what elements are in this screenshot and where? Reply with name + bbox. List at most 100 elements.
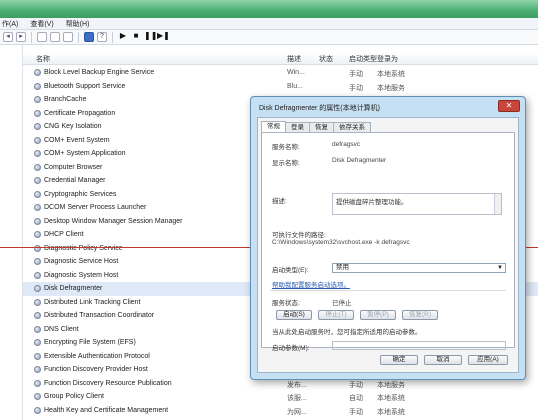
stop-service-icon[interactable]: ■	[131, 32, 141, 42]
toolbar-separator	[78, 31, 79, 43]
gear-icon	[34, 69, 41, 76]
gear-icon	[34, 96, 41, 103]
ok-button[interactable]: 确定	[380, 355, 418, 365]
gear-icon	[34, 109, 41, 117]
service-startup-type: 手动	[349, 71, 363, 78]
service-status-label: 服务状态:	[272, 300, 300, 307]
service-name: Distributed Transaction Coordinator	[44, 312, 155, 319]
start-service-icon[interactable]: ▶	[118, 32, 128, 42]
tab-page-general: 服务名称: defragsvc 显示名称: Disk Defragmenter …	[261, 132, 515, 352]
service-row[interactable]: Health Key and Certificate Management 为网.…	[23, 404, 538, 418]
window-titlebar	[0, 0, 538, 18]
service-name: DCOM Server Process Launcher	[44, 204, 147, 211]
gear-icon	[34, 325, 41, 333]
service-name: Diagnostic Service Host	[44, 258, 119, 265]
startup-type-value: 禁用	[336, 264, 349, 271]
column-logon-as[interactable]: 登录为	[377, 54, 398, 64]
service-name: Diagnostic System Host	[44, 271, 119, 279]
service-name-label: 服务名称:	[272, 144, 300, 151]
forward-icon[interactable]: ▸	[16, 32, 26, 42]
service-name: Encrypting File System (EFS)	[44, 339, 136, 346]
pause-service-icon[interactable]: ❚❚	[144, 32, 157, 42]
service-name: Computer Browser	[44, 163, 103, 171]
gear-icon	[34, 393, 41, 400]
service-name-value: defragsvc	[332, 141, 361, 148]
exe-path-value: C:\Windows\system32\svchost.exe -k defra…	[272, 239, 410, 246]
export-list-icon[interactable]	[63, 32, 73, 42]
startup-type-select[interactable]: 禁用 ▼	[332, 263, 506, 273]
display-name-value: Disk Defragmenter	[332, 157, 387, 164]
show-hide-tree-icon[interactable]	[37, 32, 47, 42]
gear-icon	[34, 339, 41, 346]
refresh-icon[interactable]	[50, 32, 60, 42]
gear-icon	[34, 136, 41, 144]
service-name: Distributed Link Tracking Client	[44, 298, 141, 306]
gear-icon	[34, 217, 41, 225]
service-name: Credential Manager	[44, 177, 106, 184]
menu-bar: 作(A) 查看(V) 帮助(H)	[0, 18, 538, 30]
column-name[interactable]: 名称	[36, 54, 50, 64]
gear-icon	[34, 271, 41, 279]
service-name: Desktop Window Manager Session Manager	[44, 217, 183, 225]
service-name: Health Key and Certificate Management	[44, 406, 169, 414]
service-name: COM+ Event System	[44, 136, 110, 144]
column-startup-type[interactable]: 启动类型	[349, 54, 377, 64]
menu-view[interactable]: 查看(V)	[30, 19, 53, 29]
service-name: Bluetooth Support Service	[44, 82, 126, 90]
service-startup-type: 自动	[349, 395, 363, 402]
resume-button[interactable]: 恢复(R)	[402, 310, 438, 320]
dialog-title: Disk Defragmenter 的属性(本地计算机)	[259, 105, 380, 112]
column-description[interactable]: 描述	[287, 54, 301, 64]
service-description: 该服...	[287, 395, 307, 402]
back-icon[interactable]: ◂	[3, 32, 13, 42]
startup-help-link[interactable]: 帮助我配置服务启动选项。	[272, 279, 350, 289]
description-box[interactable]: 提供磁盘碎片整理功能。	[332, 193, 502, 215]
pause-button[interactable]: 暂停(P)	[360, 310, 396, 320]
restart-service-icon[interactable]: ▶❚	[157, 32, 170, 42]
service-logon: 本地服务	[377, 381, 405, 389]
properties-icon[interactable]	[84, 32, 94, 42]
start-params-label: 启动参数(M):	[272, 345, 310, 352]
service-name: COM+ System Application	[44, 150, 126, 157]
service-name: Group Policy Client	[44, 393, 104, 400]
gear-icon	[34, 312, 41, 319]
service-description: 为网...	[287, 408, 307, 416]
toolbar: ◂ ▸ ? ▶ ■ ❚❚ ▶❚	[0, 30, 538, 45]
gear-icon	[34, 352, 41, 360]
service-name: Disk Defragmenter	[44, 285, 103, 292]
apply-button[interactable]: 应用(A)	[468, 355, 508, 365]
help-icon[interactable]: ?	[97, 32, 107, 42]
service-startup-type: 手动	[349, 408, 363, 416]
cancel-button[interactable]: 取消	[424, 355, 462, 365]
service-description: Win...	[287, 69, 305, 76]
service-name: DNS Client	[44, 325, 79, 333]
service-name: BranchCache	[44, 96, 87, 103]
gear-icon	[34, 150, 41, 157]
gear-icon	[34, 123, 41, 130]
gear-icon	[34, 298, 41, 306]
service-name: Certificate Propagation	[44, 109, 116, 117]
description-scrollbar[interactable]	[494, 194, 501, 214]
start-params-input[interactable]	[332, 341, 506, 350]
start-button[interactable]: 启动(S)	[276, 310, 312, 320]
stop-button[interactable]: 停止(T)	[318, 310, 354, 320]
close-icon[interactable]: ✕	[498, 100, 520, 112]
column-status[interactable]: 状态	[319, 54, 333, 64]
gear-icon	[34, 285, 41, 292]
column-header-bar: 名称 描述 状态 启动类型 登录为	[23, 52, 538, 65]
console-tree-pane[interactable]	[0, 45, 23, 420]
divider	[270, 290, 506, 291]
service-name: Cryptographic Services	[44, 190, 117, 198]
gear-icon	[34, 231, 41, 238]
service-row[interactable]: Bluetooth Support Service Blu... 手动 本地服务	[23, 80, 538, 94]
gear-icon	[34, 258, 41, 265]
gear-icon	[34, 204, 41, 211]
service-name: Extensible Authentication Protocol	[44, 352, 150, 360]
gear-icon	[34, 379, 41, 387]
menu-help[interactable]: 帮助(H)	[66, 19, 90, 29]
gear-icon	[34, 163, 41, 171]
menu-action[interactable]: 作(A)	[2, 19, 18, 29]
service-row[interactable]: Block Level Backup Engine Service Win... 手…	[23, 66, 538, 80]
service-row[interactable]: Group Policy Client 该服... 自动 本地系统	[23, 390, 538, 404]
gear-icon	[34, 190, 41, 198]
